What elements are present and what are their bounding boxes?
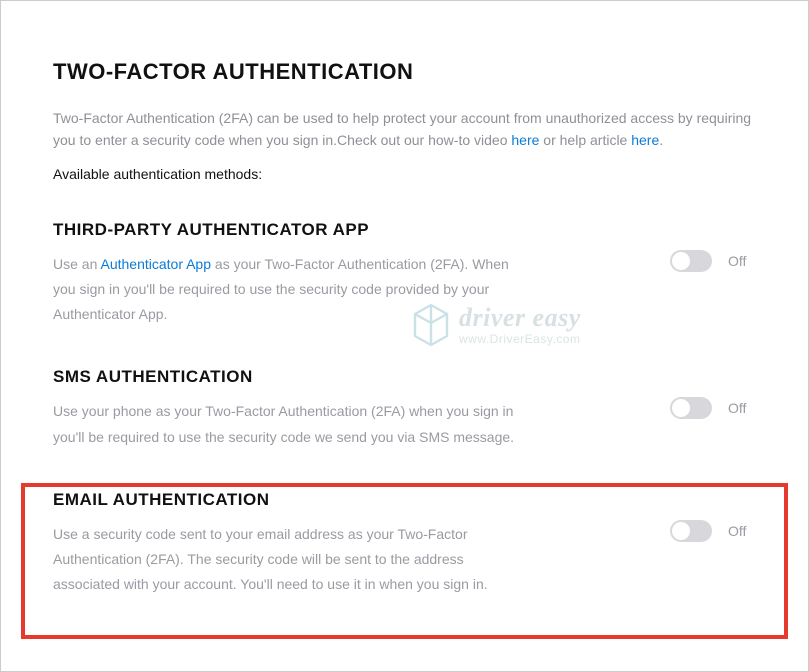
intro-part-3: .: [659, 132, 663, 148]
sms-title: SMS AUTHENTICATION: [53, 367, 523, 387]
intro-text: Two-Factor Authentication (2FA) can be u…: [53, 107, 756, 152]
authapp-desc: Use an Authenticator App as your Two-Fac…: [53, 252, 523, 328]
sms-desc: Use your phone as your Two-Factor Authen…: [53, 399, 523, 449]
email-title: EMAIL AUTHENTICATION: [53, 490, 523, 510]
help-article-link[interactable]: here: [631, 132, 659, 148]
authapp-toggle[interactable]: [670, 250, 712, 272]
sms-state: Off: [728, 400, 756, 416]
toggle-knob: [672, 522, 690, 540]
page-title: TWO-FACTOR AUTHENTICATION: [53, 59, 756, 85]
authenticator-app-link[interactable]: Authenticator App: [100, 256, 211, 272]
section-email: EMAIL AUTHENTICATION Use a security code…: [53, 484, 756, 632]
email-desc: Use a security code sent to your email a…: [53, 522, 523, 598]
howto-video-link[interactable]: here: [511, 132, 539, 148]
section-authenticator-app: THIRD-PARTY AUTHENTICATOR APP Use an Aut…: [53, 214, 756, 362]
toggle-knob: [672, 399, 690, 417]
authapp-state: Off: [728, 253, 756, 269]
sms-toggle[interactable]: [670, 397, 712, 419]
email-state: Off: [728, 523, 756, 539]
section-sms: SMS AUTHENTICATION Use your phone as you…: [53, 361, 756, 483]
available-methods-label: Available authentication methods:: [53, 166, 756, 182]
authapp-title: THIRD-PARTY AUTHENTICATOR APP: [53, 220, 523, 240]
intro-part-2: or help article: [539, 132, 631, 148]
authapp-desc-1: Use an: [53, 256, 100, 272]
email-toggle[interactable]: [670, 520, 712, 542]
toggle-knob: [672, 252, 690, 270]
